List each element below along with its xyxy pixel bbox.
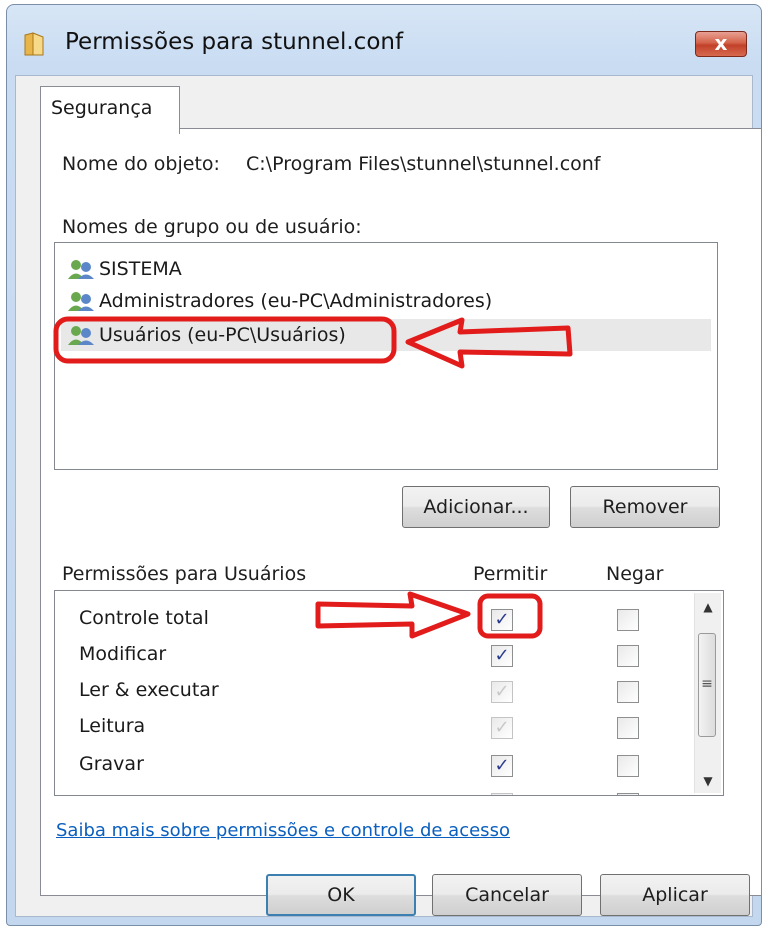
ok-button[interactable]: OK [266, 874, 416, 916]
allow-header: Permitir [473, 563, 548, 585]
close-button[interactable]: x [695, 31, 747, 57]
window-title: Permissões para stunnel.conf [65, 29, 404, 55]
scroll-thumb[interactable]: ≡ [698, 633, 716, 737]
permission-name: Ler & executar [79, 679, 219, 701]
allow-checkbox[interactable]: ✓ [491, 645, 513, 667]
deny-header: Negar [606, 563, 664, 585]
permissions-list[interactable]: Controle total ✓ Modificar ✓ Ler & execu… [54, 590, 724, 796]
scroll-up-icon[interactable]: ▲ [695, 595, 721, 619]
object-name-value: C:\Program Files\stunnel\stunnel.conf [246, 153, 601, 175]
deny-checkbox[interactable] [617, 645, 639, 667]
permissions-help-link[interactable]: Saiba mais sobre permissões e controle d… [56, 820, 510, 841]
groups-label: Nomes de grupo ou de usuário: [62, 216, 362, 238]
list-item-label: SISTEMA [99, 258, 182, 280]
permissions-label: Permissões para Usuários [62, 563, 307, 585]
folder-icon [24, 32, 44, 56]
list-item-label: Usuários (eu-PC\Usuários) [99, 324, 346, 346]
permission-name: Gravar [79, 753, 144, 775]
permission-name: Controle total [79, 607, 209, 629]
list-item[interactable]: Administradores (eu-PC\Administradores) [61, 285, 711, 317]
permission-row: Leitura ✓ [55, 709, 695, 745]
permission-row: Controle total ✓ [55, 601, 695, 637]
user-group-icon [68, 326, 94, 345]
add-button[interactable]: Adicionar... [402, 486, 550, 528]
allow-checkbox[interactable]: ✓ [491, 755, 513, 777]
scroll-down-icon[interactable]: ▼ [695, 769, 721, 793]
list-item[interactable]: SISTEMA [61, 253, 711, 285]
apply-button[interactable]: Aplicar [600, 874, 750, 916]
deny-checkbox[interactable] [617, 609, 639, 631]
cancel-button[interactable]: Cancelar [432, 874, 582, 916]
list-item-selected[interactable]: Usuários (eu-PC\Usuários) [61, 319, 711, 351]
permissions-scrollbar[interactable]: ▲ ≡ ▼ [694, 593, 721, 793]
permission-row-partial [55, 785, 695, 795]
permission-name: Modificar [79, 643, 167, 665]
user-group-icon [68, 260, 94, 279]
remove-button[interactable]: Remover [570, 486, 720, 528]
allow-checkbox-disabled [491, 793, 513, 795]
permission-name: Leitura [79, 715, 146, 737]
allow-checkbox-disabled: ✓ [491, 717, 513, 739]
object-name-label: Nome do objeto: [62, 153, 220, 175]
deny-checkbox[interactable] [617, 717, 639, 739]
allow-checkbox-disabled: ✓ [491, 681, 513, 703]
permission-row: Gravar ✓ [55, 747, 695, 783]
group-user-list[interactable]: SISTEMA Administradores (eu-PC\Administr… [54, 242, 718, 470]
user-group-icon [68, 292, 94, 311]
permission-row: Ler & executar ✓ [55, 673, 695, 709]
deny-checkbox[interactable] [617, 755, 639, 777]
deny-checkbox[interactable] [617, 681, 639, 703]
tab-seguranca[interactable]: Segurança [40, 86, 180, 134]
permission-row: Modificar ✓ [55, 637, 695, 673]
list-item-label: Administradores (eu-PC\Administradores) [99, 290, 493, 312]
deny-checkbox[interactable] [617, 793, 639, 795]
allow-checkbox[interactable]: ✓ [491, 609, 513, 631]
title-bar[interactable]: Permissões para stunnel.conf x [7, 5, 761, 75]
